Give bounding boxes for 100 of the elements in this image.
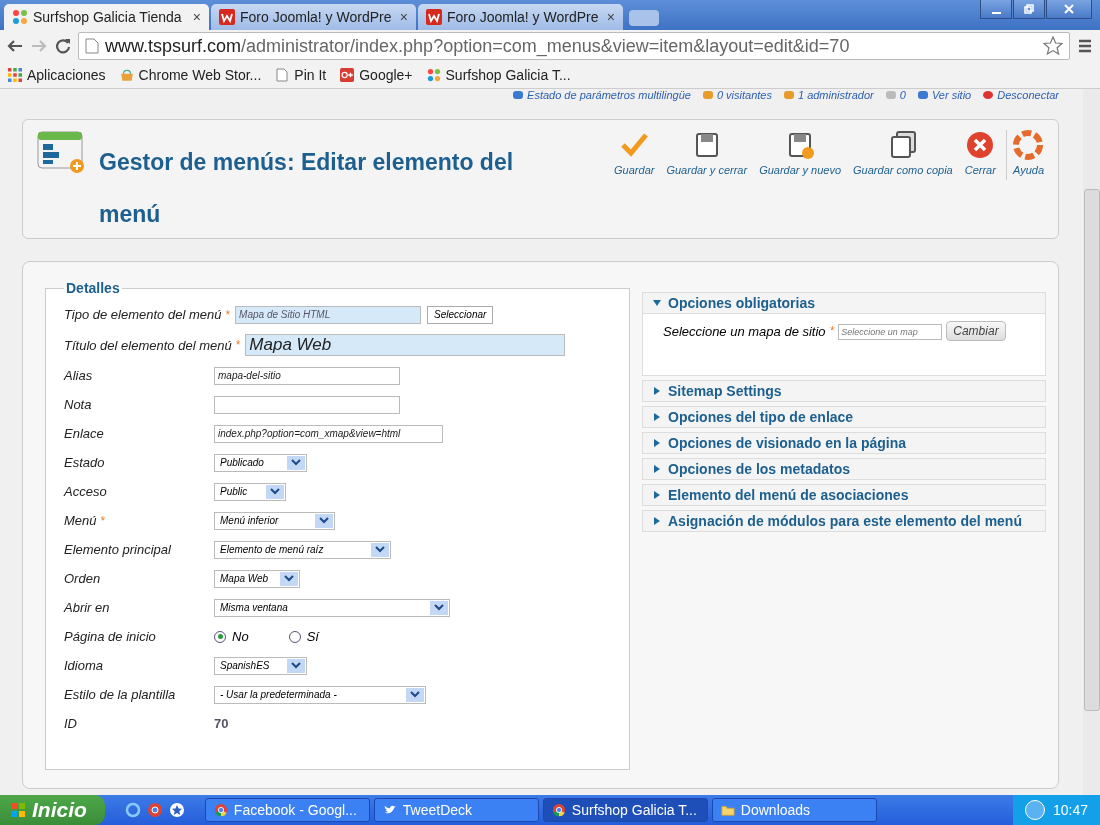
menu-icon[interactable]	[1076, 37, 1094, 55]
field-label: Abrir en	[64, 600, 110, 615]
triangle-icon	[653, 387, 661, 395]
joomla-logo-icon	[12, 9, 28, 25]
field-label: Seleccione un mapa de sitio	[663, 324, 826, 339]
folder-icon	[720, 803, 735, 817]
restore-icon	[1024, 4, 1034, 14]
caret-icon	[371, 542, 389, 557]
dropdown[interactable]: - Usar la predeterminada -	[214, 685, 426, 704]
tab-close-button[interactable]: ×	[192, 9, 201, 25]
dropdown[interactable]: Publicado	[214, 453, 307, 472]
status-link[interactable]: Estado de parámetros multilingüe	[527, 89, 691, 101]
tab-title: Foro Joomla! y WordPre	[240, 9, 393, 25]
toolbar-button[interactable]: Guardar como copia	[847, 130, 959, 176]
field-label: Elemento principal	[64, 542, 171, 557]
section-title: Detalles	[65, 280, 121, 296]
field-label: Acceso	[64, 484, 107, 499]
status-link[interactable]: 0 visitantes	[716, 89, 772, 101]
required-mark: *	[225, 307, 231, 322]
toolbar-button[interactable]: Guardar y nuevo	[753, 130, 848, 176]
toolbar-button[interactable]: Ayuda	[1005, 130, 1050, 180]
dropdown[interactable]: Public	[214, 482, 286, 501]
dropdown[interactable]: Mapa Web	[214, 569, 300, 588]
w-logo-icon	[426, 9, 442, 25]
scrollbar[interactable]	[1083, 89, 1100, 795]
bookmark-link[interactable]: Pin It	[294, 67, 327, 83]
dropdown[interactable]: Menú inferior	[214, 511, 335, 530]
required-mark: *	[100, 513, 106, 528]
bookmark-link[interactable]: Google+	[359, 67, 413, 83]
required-mark: *	[829, 324, 835, 338]
lifebuoy-icon	[1013, 130, 1044, 160]
chrome-icon	[551, 803, 566, 817]
caret-icon	[430, 600, 448, 615]
caret-icon	[315, 513, 333, 528]
bookmark-link[interactable]: Chrome Web Stor...	[138, 67, 262, 83]
joomla-logo-icon[interactable]	[426, 68, 441, 82]
field-label: Estado	[64, 455, 105, 470]
restore-button[interactable]	[1013, 0, 1045, 19]
dropdown[interactable]: Misma ventana	[214, 598, 450, 617]
select-button[interactable]: Seleccionar	[427, 305, 494, 324]
menu-editor-icon	[37, 130, 85, 174]
ring-icon[interactable]	[124, 802, 141, 818]
status-link[interactable]: Desconectar	[997, 89, 1059, 101]
browser-tab[interactable]: Foro Joomla! y WordPre ×	[211, 4, 416, 30]
clock: 10:47	[1052, 802, 1088, 818]
toolbar-button[interactable]: Guardar	[608, 130, 661, 176]
taskbar-button[interactable]: TweetDeck	[373, 798, 539, 822]
chrome-icon[interactable]	[146, 802, 163, 818]
caret-icon	[266, 484, 284, 499]
triangle-icon	[653, 491, 661, 499]
page-icon[interactable]	[275, 68, 290, 82]
triangle-icon	[653, 517, 661, 525]
star-icon[interactable]	[168, 802, 185, 818]
windows-logo-icon	[10, 802, 26, 818]
dropdown[interactable]: SpanishES	[214, 656, 307, 675]
field-label: Título del elemento del menú	[64, 337, 232, 353]
plus-icon[interactable]	[340, 68, 355, 82]
address-bar[interactable]: www.tspsurf.com/administrator/index.php?option=com_menus&view=item&layout=edit&id=70	[78, 32, 1070, 60]
status-link[interactable]: 0	[899, 89, 906, 101]
input-field[interactable]: mapa-del-sitio	[214, 366, 400, 385]
toolbar-button[interactable]: Guardar y cerrar	[660, 130, 754, 176]
field-label: Alias	[64, 368, 93, 383]
radio-option[interactable]: No	[214, 629, 249, 644]
start-button[interactable]: Inicio	[0, 795, 105, 825]
caret-icon	[280, 571, 298, 586]
bookmark-link[interactable]: Aplicaciones	[27, 67, 106, 83]
triangle-icon	[653, 299, 661, 307]
apps-grid-icon[interactable]	[8, 68, 22, 82]
change-button[interactable]: Cambiar	[946, 321, 1006, 341]
status-link[interactable]: 1 administrador	[797, 89, 874, 101]
shopping-bag-icon[interactable]	[119, 68, 134, 82]
radio-option[interactable]: Sí	[288, 629, 319, 644]
dropdown[interactable]: Elemento de menú raíz	[214, 540, 391, 559]
taskbar-button[interactable]: Facebook - Googl...	[204, 798, 370, 822]
browser-tab[interactable]: Foro Joomla! y WordPre ×	[418, 4, 623, 30]
triangle-icon	[653, 439, 661, 447]
input-field[interactable]: Mapa de Sitio HTML	[235, 305, 422, 324]
id-value: 70	[214, 716, 229, 731]
taskbar-button[interactable]: Downloads	[711, 798, 877, 822]
input-field[interactable]: Seleccione un map	[838, 324, 943, 340]
input-field[interactable]: Mapa Web	[245, 334, 566, 356]
tab-title: Surfshop Galicia Tienda	[33, 9, 183, 25]
page-icon	[85, 38, 99, 54]
field-label: ID	[64, 716, 77, 731]
taskbar-button[interactable]: Surfshop Galicia T...	[542, 798, 708, 822]
reload-icon[interactable]	[54, 37, 72, 55]
toolbar-button[interactable]: Cerrar	[958, 130, 1002, 176]
input-field[interactable]: index.php?option=com_xmap&view=html	[214, 424, 443, 443]
star-icon[interactable]	[1043, 36, 1063, 56]
bookmark-link[interactable]: Surfshop Galicia T...	[445, 67, 571, 83]
w-logo-icon	[219, 9, 235, 25]
status-link[interactable]: Ver sitio	[931, 89, 972, 101]
tab-close-button[interactable]: ×	[399, 9, 408, 25]
close-button[interactable]	[1046, 0, 1092, 19]
minimize-button[interactable]	[980, 0, 1012, 19]
triangle-icon	[653, 413, 661, 421]
field-label: Página de inicio	[64, 629, 156, 644]
tab-close-button[interactable]: ×	[606, 9, 615, 25]
input-field[interactable]	[214, 395, 400, 414]
browser-tab[interactable]: Surfshop Galicia Tienda ×	[4, 4, 209, 30]
